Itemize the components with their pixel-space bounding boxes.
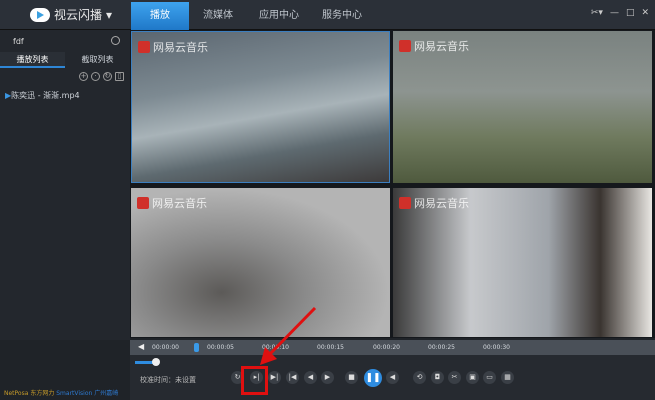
tab-clip-list[interactable]: 截取列表 [65, 52, 130, 68]
pause-button[interactable]: ❚❚ [364, 369, 382, 387]
video-pane-1[interactable]: 网易云音乐 [131, 31, 390, 183]
next-icon[interactable]: ▶| [268, 371, 281, 384]
close-button[interactable]: ✕ [641, 8, 649, 18]
watermark: 网易云音乐 [414, 40, 469, 53]
previous-icon[interactable]: |◀ [286, 371, 299, 384]
tab-service-center[interactable]: 服务中心 [313, 2, 371, 30]
volume-knob[interactable] [152, 358, 160, 366]
watermark: 网易云音乐 [414, 197, 469, 210]
tick-label: 00:00:05 [207, 344, 234, 351]
highlight-box [241, 366, 268, 395]
timeline[interactable]: ◀ 00:00:00 00:00:05 00:00:10 00:00:15 00… [130, 340, 655, 355]
netease-music-icon [138, 41, 150, 53]
red-arrow-annotation [260, 306, 317, 365]
brand-smartvision: SmartVision 广州嘉崎 [56, 390, 119, 397]
tab-playlist[interactable]: 播放列表 [0, 52, 65, 68]
tab-play[interactable]: 播放 [131, 2, 189, 30]
tick-label: 00:00:00 [152, 344, 179, 351]
maximize-button[interactable]: □ [626, 8, 635, 18]
brand-netposa: NetPosa 东方网力 [4, 390, 55, 397]
watermark: 网易云音乐 [153, 41, 208, 54]
cut-icon[interactable]: ✂ [448, 371, 461, 384]
tab-app-center[interactable]: 应用中心 [250, 2, 308, 30]
netease-music-icon [137, 197, 149, 209]
app-logo[interactable]: 视云闪播 ▾ [30, 6, 112, 23]
search-icon[interactable] [111, 36, 120, 45]
rewind-icon[interactable]: ◀ [304, 371, 317, 384]
video-pane-2[interactable]: 网易云音乐 [393, 31, 652, 183]
tick-label: 00:00:25 [428, 344, 455, 351]
file-name: 陈奕迅 - 渐渐.mp4 [11, 91, 80, 100]
title-bar: 视云闪播 ▾ 播放 流媒体 应用中心 服务中心 ✂▾ — □ ✕ [0, 0, 655, 30]
netease-music-icon [399, 40, 411, 52]
record-icon[interactable]: ▣ [466, 371, 479, 384]
history-icon[interactable]: ⟲ [413, 371, 426, 384]
app-title: 视云闪播 [54, 8, 103, 22]
minimize-button[interactable]: — [610, 8, 619, 18]
control-bar: 校准时间：未设置 ↻ ▸| ▶| |◀ ◀ ▶ ■ ❚❚ ◀ ⟲ ◘ ✂ ▣ ▭… [130, 355, 655, 400]
import-icon[interactable]: · [91, 72, 100, 81]
sidebar: fdf 播放列表 截取列表 + · ↻ ▯ ▶陈奕迅 - 渐渐.mp4 [0, 30, 130, 340]
timeline-back-icon[interactable]: ◀ [138, 342, 144, 351]
watermark: 网易云音乐 [152, 197, 207, 210]
calibration-time: 校准时间：未设置 [140, 376, 196, 384]
search-input[interactable]: fdf [4, 34, 126, 50]
netease-music-icon [399, 197, 411, 209]
video-grid: 网易云音乐 网易云音乐 网易云音乐 网易云音乐 [130, 30, 655, 338]
chevron-down-icon: ▾ [106, 7, 113, 22]
brand-footer: NetPosa 东方网力 SmartVision 广州嘉崎 [4, 388, 118, 397]
list-item[interactable]: ▶陈奕迅 - 渐渐.mp4 [5, 90, 80, 101]
window-icon[interactable]: ▭ [483, 371, 496, 384]
tick-label: 00:00:30 [483, 344, 510, 351]
volume-icon[interactable]: ◀ [386, 371, 399, 384]
camera-icon[interactable]: ◘ [431, 371, 444, 384]
tick-label: 00:00:15 [317, 344, 344, 351]
stop-icon[interactable]: ■ [345, 371, 358, 384]
layout-grid-icon[interactable]: ▦ [501, 371, 514, 384]
video-pane-4[interactable]: 网易云音乐 [393, 188, 652, 337]
forward-icon[interactable]: ▶ [321, 371, 334, 384]
cloud-play-icon [30, 7, 50, 22]
trash-icon[interactable]: ▯ [115, 72, 124, 81]
scissors-menu-icon[interactable]: ✂▾ [591, 8, 603, 18]
tick-label: 00:00:20 [373, 344, 400, 351]
search-value: fdf [13, 37, 24, 46]
loop-icon[interactable]: ↻ [103, 72, 112, 81]
tab-streaming[interactable]: 流媒体 [189, 2, 247, 30]
playhead-marker[interactable] [194, 343, 199, 352]
add-icon[interactable]: + [79, 72, 88, 81]
